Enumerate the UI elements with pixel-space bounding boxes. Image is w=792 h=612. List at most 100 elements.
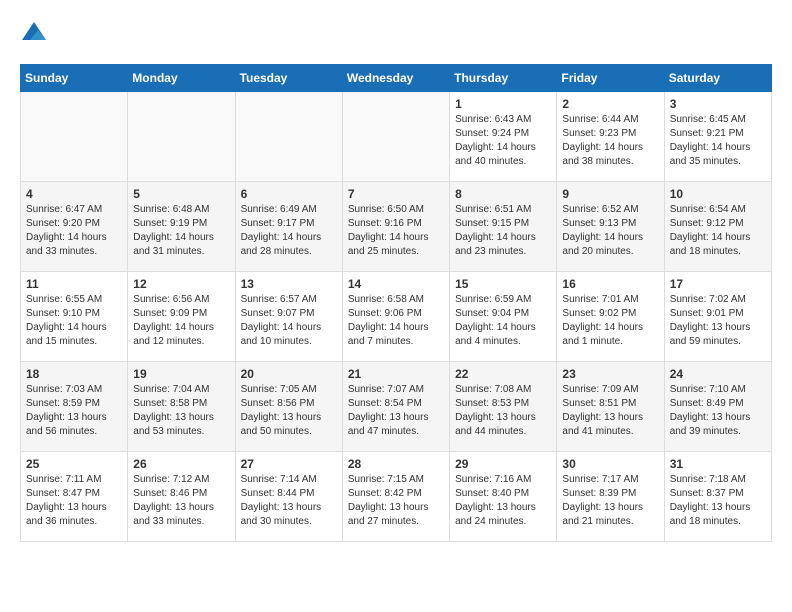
day-number: 15 bbox=[455, 277, 551, 291]
week-row-2: 4 Sunrise: 6:47 AM Sunset: 9:20 PM Daylig… bbox=[21, 182, 772, 272]
day-info: Sunrise: 6:55 AM Sunset: 9:10 PM Dayligh… bbox=[26, 293, 122, 349]
day-cell: 4 Sunrise: 6:47 AM Sunset: 9:20 PM Daylig… bbox=[21, 182, 128, 272]
day-info: Sunrise: 7:07 AM Sunset: 8:54 PM Dayligh… bbox=[348, 383, 444, 439]
col-header-sunday: Sunday bbox=[21, 65, 128, 92]
day-info: Sunrise: 7:11 AM Sunset: 8:47 PM Dayligh… bbox=[26, 473, 122, 529]
day-cell: 8 Sunrise: 6:51 AM Sunset: 9:15 PM Daylig… bbox=[450, 182, 557, 272]
day-info: Sunrise: 6:52 AM Sunset: 9:13 PM Dayligh… bbox=[562, 203, 658, 259]
day-cell: 26Sunrise: 7:12 AM Sunset: 8:46 PM Dayli… bbox=[128, 452, 235, 542]
day-number: 19 bbox=[133, 367, 229, 381]
header-row: SundayMondayTuesdayWednesdayThursdayFrid… bbox=[21, 65, 772, 92]
day-number: 10 bbox=[670, 187, 766, 201]
day-number: 31 bbox=[670, 457, 766, 471]
week-row-1: 1Sunrise: 6:43 AM Sunset: 9:24 PM Daylig… bbox=[21, 92, 772, 182]
day-info: Sunrise: 7:03 AM Sunset: 8:59 PM Dayligh… bbox=[26, 383, 122, 439]
day-number: 9 bbox=[562, 187, 658, 201]
day-info: Sunrise: 7:04 AM Sunset: 8:58 PM Dayligh… bbox=[133, 383, 229, 439]
day-info: Sunrise: 6:49 AM Sunset: 9:17 PM Dayligh… bbox=[241, 203, 337, 259]
day-number: 29 bbox=[455, 457, 551, 471]
day-info: Sunrise: 7:17 AM Sunset: 8:39 PM Dayligh… bbox=[562, 473, 658, 529]
day-number: 16 bbox=[562, 277, 658, 291]
day-cell: 16 Sunrise: 7:01 AM Sunset: 9:02 PM Dayli… bbox=[557, 272, 664, 362]
day-info: Sunrise: 7:10 AM Sunset: 8:49 PM Dayligh… bbox=[670, 383, 766, 439]
day-cell: 10 Sunrise: 6:54 AM Sunset: 9:12 PM Dayli… bbox=[664, 182, 771, 272]
day-cell: 27 Sunrise: 7:14 AM Sunset: 8:44 PM Dayli… bbox=[235, 452, 342, 542]
day-number: 24 bbox=[670, 367, 766, 381]
col-header-wednesday: Wednesday bbox=[342, 65, 449, 92]
day-number: 18 bbox=[26, 367, 122, 381]
day-info: Sunrise: 6:48 AM Sunset: 9:19 PM Dayligh… bbox=[133, 203, 229, 259]
day-info: Sunrise: 6:54 AM Sunset: 9:12 PM Dayligh… bbox=[670, 203, 766, 259]
day-cell bbox=[342, 92, 449, 182]
day-cell: 1Sunrise: 6:43 AM Sunset: 9:24 PM Daylig… bbox=[450, 92, 557, 182]
day-cell: 3 Sunrise: 6:45 AM Sunset: 9:21 PM Daylig… bbox=[664, 92, 771, 182]
day-cell bbox=[235, 92, 342, 182]
week-row-4: 18 Sunrise: 7:03 AM Sunset: 8:59 PM Dayli… bbox=[21, 362, 772, 452]
day-number: 6 bbox=[241, 187, 337, 201]
day-cell: 18 Sunrise: 7:03 AM Sunset: 8:59 PM Dayli… bbox=[21, 362, 128, 452]
col-header-saturday: Saturday bbox=[664, 65, 771, 92]
day-cell bbox=[21, 92, 128, 182]
day-number: 22 bbox=[455, 367, 551, 381]
day-cell bbox=[128, 92, 235, 182]
day-info: Sunrise: 6:56 AM Sunset: 9:09 PM Dayligh… bbox=[133, 293, 229, 349]
day-info: Sunrise: 6:45 AM Sunset: 9:21 PM Dayligh… bbox=[670, 113, 766, 169]
day-info: Sunrise: 6:57 AM Sunset: 9:07 PM Dayligh… bbox=[241, 293, 337, 349]
day-cell: 29Sunrise: 7:16 AM Sunset: 8:40 PM Dayli… bbox=[450, 452, 557, 542]
day-info: Sunrise: 7:14 AM Sunset: 8:44 PM Dayligh… bbox=[241, 473, 337, 529]
day-number: 17 bbox=[670, 277, 766, 291]
day-number: 13 bbox=[241, 277, 337, 291]
day-cell: 20Sunrise: 7:05 AM Sunset: 8:56 PM Dayli… bbox=[235, 362, 342, 452]
day-info: Sunrise: 6:59 AM Sunset: 9:04 PM Dayligh… bbox=[455, 293, 551, 349]
day-number: 21 bbox=[348, 367, 444, 381]
day-info: Sunrise: 6:44 AM Sunset: 9:23 PM Dayligh… bbox=[562, 113, 658, 169]
day-cell: 2 Sunrise: 6:44 AM Sunset: 9:23 PM Daylig… bbox=[557, 92, 664, 182]
week-row-5: 25Sunrise: 7:11 AM Sunset: 8:47 PM Dayli… bbox=[21, 452, 772, 542]
col-header-thursday: Thursday bbox=[450, 65, 557, 92]
col-header-tuesday: Tuesday bbox=[235, 65, 342, 92]
day-info: Sunrise: 6:51 AM Sunset: 9:15 PM Dayligh… bbox=[455, 203, 551, 259]
day-info: Sunrise: 6:47 AM Sunset: 9:20 PM Dayligh… bbox=[26, 203, 122, 259]
day-cell: 5Sunrise: 6:48 AM Sunset: 9:19 PM Daylig… bbox=[128, 182, 235, 272]
day-number: 20 bbox=[241, 367, 337, 381]
day-cell: 30 Sunrise: 7:17 AM Sunset: 8:39 PM Dayli… bbox=[557, 452, 664, 542]
col-header-friday: Friday bbox=[557, 65, 664, 92]
day-cell: 12 Sunrise: 6:56 AM Sunset: 9:09 PM Dayli… bbox=[128, 272, 235, 362]
day-number: 30 bbox=[562, 457, 658, 471]
day-cell: 28Sunrise: 7:15 AM Sunset: 8:42 PM Dayli… bbox=[342, 452, 449, 542]
day-cell: 15 Sunrise: 6:59 AM Sunset: 9:04 PM Dayli… bbox=[450, 272, 557, 362]
day-number: 23 bbox=[562, 367, 658, 381]
day-number: 3 bbox=[670, 97, 766, 111]
day-info: Sunrise: 7:09 AM Sunset: 8:51 PM Dayligh… bbox=[562, 383, 658, 439]
day-info: Sunrise: 6:58 AM Sunset: 9:06 PM Dayligh… bbox=[348, 293, 444, 349]
day-cell: 14 Sunrise: 6:58 AM Sunset: 9:06 PM Dayli… bbox=[342, 272, 449, 362]
day-info: Sunrise: 7:08 AM Sunset: 8:53 PM Dayligh… bbox=[455, 383, 551, 439]
day-number: 27 bbox=[241, 457, 337, 471]
day-number: 14 bbox=[348, 277, 444, 291]
day-info: Sunrise: 6:50 AM Sunset: 9:16 PM Dayligh… bbox=[348, 203, 444, 259]
day-cell: 24 Sunrise: 7:10 AM Sunset: 8:49 PM Dayli… bbox=[664, 362, 771, 452]
day-cell: 13 Sunrise: 6:57 AM Sunset: 9:07 PM Dayli… bbox=[235, 272, 342, 362]
logo-icon bbox=[20, 20, 48, 48]
day-number: 12 bbox=[133, 277, 229, 291]
day-cell: 21 Sunrise: 7:07 AM Sunset: 8:54 PM Dayli… bbox=[342, 362, 449, 452]
day-info: Sunrise: 7:01 AM Sunset: 9:02 PM Dayligh… bbox=[562, 293, 658, 349]
day-info: Sunrise: 7:12 AM Sunset: 8:46 PM Dayligh… bbox=[133, 473, 229, 529]
day-number: 1 bbox=[455, 97, 551, 111]
day-cell: 6 Sunrise: 6:49 AM Sunset: 9:17 PM Daylig… bbox=[235, 182, 342, 272]
day-number: 28 bbox=[348, 457, 444, 471]
day-cell: 9 Sunrise: 6:52 AM Sunset: 9:13 PM Daylig… bbox=[557, 182, 664, 272]
day-cell: 19 Sunrise: 7:04 AM Sunset: 8:58 PM Dayli… bbox=[128, 362, 235, 452]
day-cell: 7Sunrise: 6:50 AM Sunset: 9:16 PM Daylig… bbox=[342, 182, 449, 272]
day-number: 11 bbox=[26, 277, 122, 291]
day-cell: 17 Sunrise: 7:02 AM Sunset: 9:01 PM Dayli… bbox=[664, 272, 771, 362]
day-cell: 31Sunrise: 7:18 AM Sunset: 8:37 PM Dayli… bbox=[664, 452, 771, 542]
day-number: 2 bbox=[562, 97, 658, 111]
day-cell: 11 Sunrise: 6:55 AM Sunset: 9:10 PM Dayli… bbox=[21, 272, 128, 362]
logo bbox=[20, 20, 52, 48]
day-cell: 22 Sunrise: 7:08 AM Sunset: 8:53 PM Dayli… bbox=[450, 362, 557, 452]
day-info: Sunrise: 7:02 AM Sunset: 9:01 PM Dayligh… bbox=[670, 293, 766, 349]
day-number: 8 bbox=[455, 187, 551, 201]
day-number: 4 bbox=[26, 187, 122, 201]
day-cell: 23 Sunrise: 7:09 AM Sunset: 8:51 PM Dayli… bbox=[557, 362, 664, 452]
